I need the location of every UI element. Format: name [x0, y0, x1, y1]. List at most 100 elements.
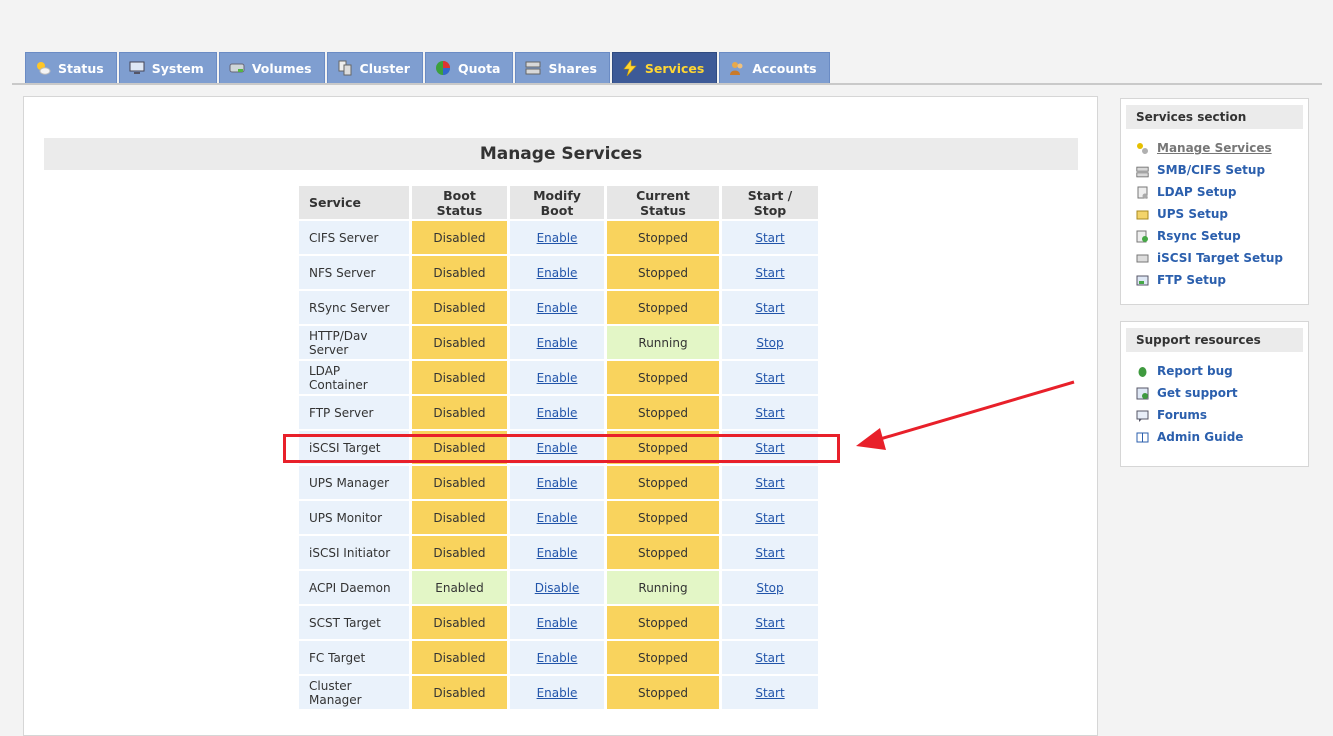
server-icon — [1136, 164, 1149, 177]
modify-boot-link[interactable]: Disable — [535, 581, 580, 595]
ldap-icon — [1136, 186, 1149, 199]
modify-boot-link[interactable]: Enable — [537, 301, 578, 315]
book-icon — [1136, 431, 1149, 444]
start-stop-link[interactable]: Start — [755, 371, 784, 385]
start-stop-link[interactable]: Start — [755, 266, 784, 280]
table-row: LDAP Container Disabled Enable Stopped Start — [299, 361, 818, 396]
start-stop-link[interactable]: Start — [755, 651, 784, 665]
current-status: Stopped — [607, 431, 719, 466]
start-stop-link[interactable]: Start — [755, 301, 784, 315]
service-name: FC Target — [299, 641, 409, 676]
sidebar-link-ups-setup[interactable]: UPS Setup — [1136, 203, 1308, 225]
support-icon — [1136, 387, 1149, 400]
modify-boot-link[interactable]: Enable — [537, 231, 578, 245]
monitor-icon — [129, 60, 145, 76]
sidebar-link-admin-guide[interactable]: Admin Guide — [1136, 426, 1308, 448]
boot-status: Disabled — [412, 676, 507, 711]
sidebar-link-smb-cifs-setup[interactable]: SMB/CIFS Setup — [1136, 159, 1308, 181]
sidebar-link-ldap-setup[interactable]: LDAP Setup — [1136, 181, 1308, 203]
users-icon — [729, 60, 745, 76]
boot-status: Disabled — [412, 641, 507, 676]
sidebar-link-get-support[interactable]: Get support — [1136, 382, 1308, 404]
modify-boot-link[interactable]: Enable — [537, 371, 578, 385]
table-row: iSCSI Initiator Disabled Enable Stopped Star… — [299, 536, 818, 571]
modify-boot-link[interactable]: Enable — [537, 511, 578, 525]
tab-divider — [12, 83, 1322, 85]
start-stop-link[interactable]: Start — [755, 686, 784, 700]
tab-volumes[interactable]: Volumes — [218, 52, 325, 83]
modify-boot-link[interactable]: Enable — [537, 686, 578, 700]
modify-boot-link[interactable]: Enable — [537, 406, 578, 420]
service-name: Cluster Manager — [299, 676, 409, 711]
services-section-title: Services section — [1126, 105, 1303, 129]
current-status: Stopped — [607, 221, 719, 256]
start-stop-link[interactable]: Start — [755, 441, 784, 455]
table-row: RSync Server Disabled Enable Stopped Start — [299, 291, 818, 326]
start-stop-link[interactable]: Start — [755, 616, 784, 630]
boot-status: Disabled — [412, 501, 507, 536]
tab-label: Services — [644, 60, 705, 76]
modify-boot-link[interactable]: Enable — [537, 441, 578, 455]
sidebar-link-report-bug[interactable]: Report bug — [1136, 360, 1308, 382]
current-status: Stopped — [607, 606, 719, 641]
boot-status: Disabled — [412, 606, 507, 641]
boot-status: Disabled — [412, 466, 507, 501]
drive-icon — [229, 60, 245, 76]
tab-status[interactable]: Status — [25, 52, 117, 83]
lightning-icon — [622, 60, 638, 76]
sidebar-link-label: FTP Setup — [1157, 273, 1227, 287]
sidebar-link-label: SMB/CIFS Setup — [1157, 163, 1266, 177]
column-header-current-status: Current Status — [607, 186, 719, 221]
bug-icon — [1136, 365, 1149, 378]
modify-boot-link[interactable]: Enable — [537, 546, 578, 560]
current-status: Stopped — [607, 676, 719, 711]
column-header-start-stop: Start / Stop — [722, 186, 818, 221]
tab-label: Cluster — [359, 60, 410, 76]
services-icon — [1136, 142, 1149, 155]
sidebar-link-label: Report bug — [1157, 364, 1233, 378]
service-name: UPS Monitor — [299, 501, 409, 536]
service-name: ACPI Daemon — [299, 571, 409, 606]
table-row: UPS Manager Disabled Enable Stopped Start — [299, 466, 818, 501]
boot-status: Disabled — [412, 291, 507, 326]
current-status: Running — [607, 326, 719, 361]
start-stop-link[interactable]: Start — [755, 231, 784, 245]
tab-label: Shares — [548, 60, 597, 76]
modify-boot-link[interactable]: Enable — [537, 266, 578, 280]
tab-services[interactable]: Services — [611, 52, 718, 83]
table-row: CIFS Server Disabled Enable Stopped Start — [299, 221, 818, 256]
table-row: ACPI Daemon Enabled Disable Running Stop — [299, 571, 818, 606]
column-header-service: Service — [299, 186, 409, 221]
boot-status: Disabled — [412, 431, 507, 466]
start-stop-link[interactable]: Start — [755, 511, 784, 525]
service-name: NFS Server — [299, 256, 409, 291]
tab-label: Quota — [457, 60, 501, 76]
sidebar-link-ftp-setup[interactable]: FTP Setup — [1136, 269, 1308, 291]
tab-accounts[interactable]: Accounts — [719, 52, 830, 83]
tab-quota[interactable]: Quota — [424, 52, 514, 83]
modify-boot-link[interactable]: Enable — [537, 651, 578, 665]
sidebar-link-iscsi-target-setup[interactable]: iSCSI Target Setup — [1136, 247, 1308, 269]
sidebar-link-forums[interactable]: Forums — [1136, 404, 1308, 426]
table-row: HTTP/Dav Server Disabled Enable Running Stop — [299, 326, 818, 361]
sidebar-link-manage-services[interactable]: Manage Services — [1136, 137, 1308, 159]
ups-icon — [1136, 208, 1149, 221]
sidebar-link-label: UPS Setup — [1157, 207, 1229, 221]
tab-cluster[interactable]: Cluster — [326, 52, 423, 83]
current-status: Stopped — [607, 501, 719, 536]
start-stop-link[interactable]: Start — [755, 406, 784, 420]
service-name: LDAP Container — [299, 361, 409, 396]
modify-boot-link[interactable]: Enable — [537, 336, 578, 350]
tab-shares[interactable]: Shares — [515, 52, 610, 83]
modify-boot-link[interactable]: Enable — [537, 476, 578, 490]
tab-system[interactable]: System — [118, 52, 217, 83]
support-resources-title: Support resources — [1126, 328, 1303, 352]
current-status: Running — [607, 571, 719, 606]
modify-boot-link[interactable]: Enable — [537, 616, 578, 630]
start-stop-link[interactable]: Start — [755, 476, 784, 490]
start-stop-link[interactable]: Stop — [756, 336, 783, 350]
start-stop-link[interactable]: Start — [755, 546, 784, 560]
main-tabs: Status System Volumes Cluster Quota Shares Ser… — [25, 52, 832, 83]
start-stop-link[interactable]: Stop — [756, 581, 783, 595]
sidebar-link-rsync-setup[interactable]: Rsync Setup — [1136, 225, 1308, 247]
